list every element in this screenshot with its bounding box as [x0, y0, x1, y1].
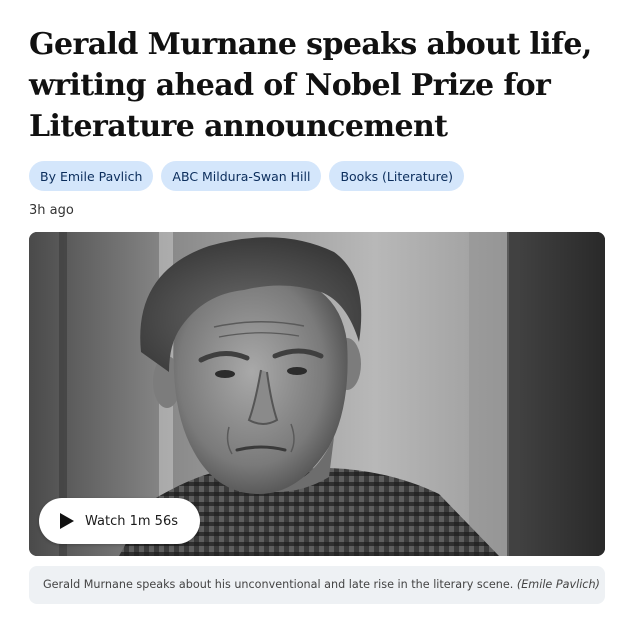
tag-topic[interactable]: Books (Literature) — [329, 161, 465, 191]
caption-text: Gerald Murnane speaks about his unconven… — [43, 578, 514, 591]
article-headline: Gerald Murnane speaks about life, writin… — [29, 27, 592, 144]
watch-video-button[interactable]: Watch 1m 56s — [39, 498, 200, 544]
caption-credit: (Emile Pavlich) — [516, 578, 600, 591]
tag-author[interactable]: By Emile Pavlich — [29, 161, 154, 191]
image-caption: Gerald Murnane speaks about his unconven… — [29, 566, 605, 604]
watch-duration-label: Watch 1m 56s — [85, 513, 178, 529]
article-tags: By Emile Pavlich ABC Mildura-Swan Hill B… — [29, 161, 604, 191]
tag-station[interactable]: ABC Mildura-Swan Hill — [161, 161, 322, 191]
video-player[interactable]: Watch 1m 56s — [29, 232, 605, 556]
article: Gerald Murnane speaks about life, writin… — [0, 0, 633, 630]
article-timestamp: 3h ago — [29, 203, 74, 218]
play-icon — [59, 512, 75, 530]
